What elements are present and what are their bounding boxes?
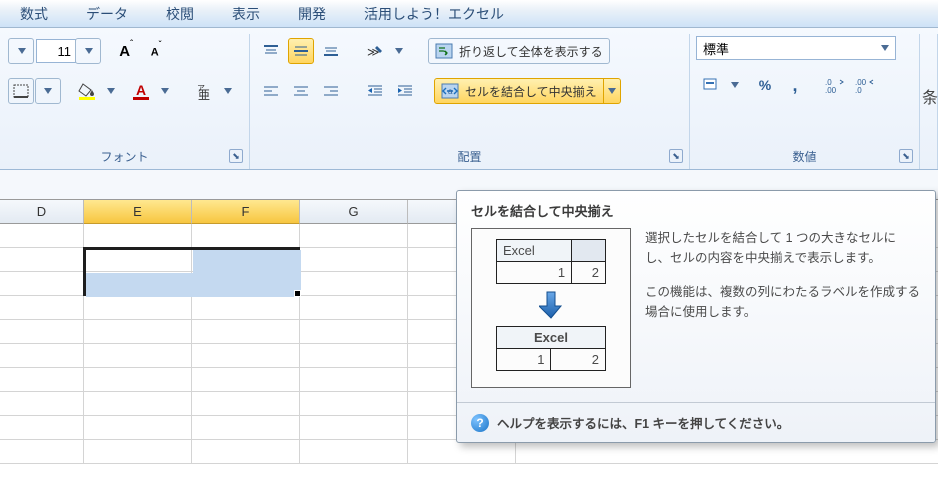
number-dialog-launcher[interactable]: ⬊ xyxy=(899,149,913,163)
accounting-format-dropdown[interactable] xyxy=(722,72,748,98)
wrap-text-button[interactable]: 折り返して全体を表示する xyxy=(428,38,610,64)
column-header-e[interactable]: E xyxy=(84,200,192,224)
merge-icon: a xyxy=(441,83,459,99)
increase-indent-button[interactable] xyxy=(392,78,418,104)
wrap-text-label: 折り返して全体を表示する xyxy=(459,43,603,60)
alignment-dialog-launcher[interactable]: ⬊ xyxy=(669,149,683,163)
menu-item-developer[interactable]: 開発 xyxy=(298,4,326,24)
menu-item-review[interactable]: 校閲 xyxy=(166,4,194,24)
align-left-button[interactable] xyxy=(258,78,284,104)
number-format-value: 標準 xyxy=(703,39,729,58)
merge-center-label: セルを結合して中央揃え xyxy=(465,83,597,100)
merge-center-button[interactable]: a セルを結合して中央揃え xyxy=(434,78,604,104)
fill-handle[interactable] xyxy=(294,290,301,297)
comma-button[interactable]: , xyxy=(782,72,808,98)
font-color-dropdown[interactable] xyxy=(152,78,178,104)
tooltip-help: ? ヘルプを表示するには、F1 キーを押してください。 xyxy=(457,403,935,442)
ribbon-group-font: Aˆ Aˇ A ア亜 xyxy=(0,34,250,169)
group-label-number: 数値 xyxy=(690,148,919,165)
svg-text:A: A xyxy=(136,82,146,98)
align-middle-button[interactable] xyxy=(288,38,314,64)
wrap-text-icon xyxy=(435,43,453,59)
tooltip-text: 選択したセルを結合して 1 つの大きなセルにし、セルの内容を中央揃えで表示します… xyxy=(645,228,921,388)
align-top-button[interactable] xyxy=(258,38,284,64)
group-label-alignment: 配置 xyxy=(250,148,689,165)
font-size-dropdown[interactable] xyxy=(75,38,101,64)
increase-decimal-button[interactable]: .0.00 xyxy=(822,72,848,98)
accounting-format-button[interactable] xyxy=(698,72,724,98)
supertooltip-merge-center: セルを結合して中央揃え Excel 12 Excel 12 選択したセルを結合し… xyxy=(456,190,936,443)
column-header-g[interactable]: G xyxy=(300,200,408,224)
fill-color-dropdown[interactable] xyxy=(98,78,124,104)
ribbon: Aˆ Aˇ A ア亜 xyxy=(0,28,938,170)
decrease-indent-button[interactable] xyxy=(362,78,388,104)
menu-item-addon[interactable]: 活用しよう！エクセル xyxy=(364,4,504,24)
column-header-f[interactable]: F xyxy=(192,200,300,224)
menu-bar: 数式 データ 校閲 表示 開発 活用しよう！エクセル xyxy=(0,0,938,28)
font-size-input[interactable] xyxy=(36,39,76,63)
font-color-button[interactable]: A xyxy=(128,78,154,104)
border-dropdown[interactable] xyxy=(35,78,61,104)
ribbon-group-number: 標準 % , .0.00 .00.0 数値 ⬊ xyxy=(690,34,920,169)
fill-color-button[interactable] xyxy=(74,78,100,104)
selected-cell xyxy=(86,273,301,297)
menu-item-view[interactable]: 表示 xyxy=(232,4,260,24)
menu-item-data[interactable]: データ xyxy=(86,4,128,24)
selection-box[interactable] xyxy=(83,247,300,296)
tooltip-before-table: Excel 12 xyxy=(496,239,606,284)
selected-cell xyxy=(193,250,301,273)
tooltip-illustration: Excel 12 Excel 12 xyxy=(471,228,631,388)
font-dialog-launcher[interactable]: ⬊ xyxy=(229,149,243,163)
phonetic-button[interactable]: ア亜 xyxy=(191,78,217,104)
tooltip-paragraph: この機能は、複数の列にわたるラベルを作成する場合に使用します。 xyxy=(645,282,921,322)
phonetic-dropdown[interactable] xyxy=(215,78,241,104)
orientation-button[interactable]: ≫ xyxy=(362,38,388,64)
svg-text:.00: .00 xyxy=(825,86,837,94)
percent-button[interactable]: % xyxy=(752,72,778,98)
orientation-dropdown[interactable] xyxy=(386,38,412,64)
tooltip-after-table: Excel 12 xyxy=(496,326,606,371)
arrow-down-icon xyxy=(539,290,563,320)
ribbon-group-alignment: ≫ 折り返して全体を表示する a セルを結合して中央揃え xyxy=(250,34,690,169)
align-center-button[interactable] xyxy=(288,78,314,104)
merge-center-dropdown[interactable] xyxy=(603,78,621,104)
number-format-combo[interactable]: 標準 xyxy=(696,36,896,60)
svg-text:亜: 亜 xyxy=(198,88,210,100)
tooltip-paragraph: 選択したセルを結合して 1 つの大きなセルにし、セルの内容を中央揃えで表示します… xyxy=(645,228,921,268)
align-right-button[interactable] xyxy=(318,78,344,104)
font-family-dropdown[interactable] xyxy=(8,38,34,64)
tooltip-title: セルを結合して中央揃え xyxy=(457,191,935,228)
align-bottom-button[interactable] xyxy=(318,38,344,64)
help-icon: ? xyxy=(471,414,489,432)
tooltip-help-label: ヘルプを表示するには、F1 キーを押してください。 xyxy=(497,413,789,432)
chevron-down-icon xyxy=(881,45,889,51)
svg-text:a: a xyxy=(448,87,453,96)
group-label-font: フォント xyxy=(0,148,249,165)
menu-item-formulas[interactable]: 数式 xyxy=(20,4,48,24)
decrease-font-button[interactable]: Aˇ xyxy=(143,38,169,64)
svg-text:.0: .0 xyxy=(855,86,862,94)
ribbon-group-overflow: 条 xyxy=(920,34,938,169)
decrease-decimal-button[interactable]: .00.0 xyxy=(852,72,878,98)
border-button[interactable] xyxy=(8,78,34,104)
increase-font-button[interactable]: Aˆ xyxy=(113,38,139,64)
column-header-d[interactable]: D xyxy=(0,200,84,224)
